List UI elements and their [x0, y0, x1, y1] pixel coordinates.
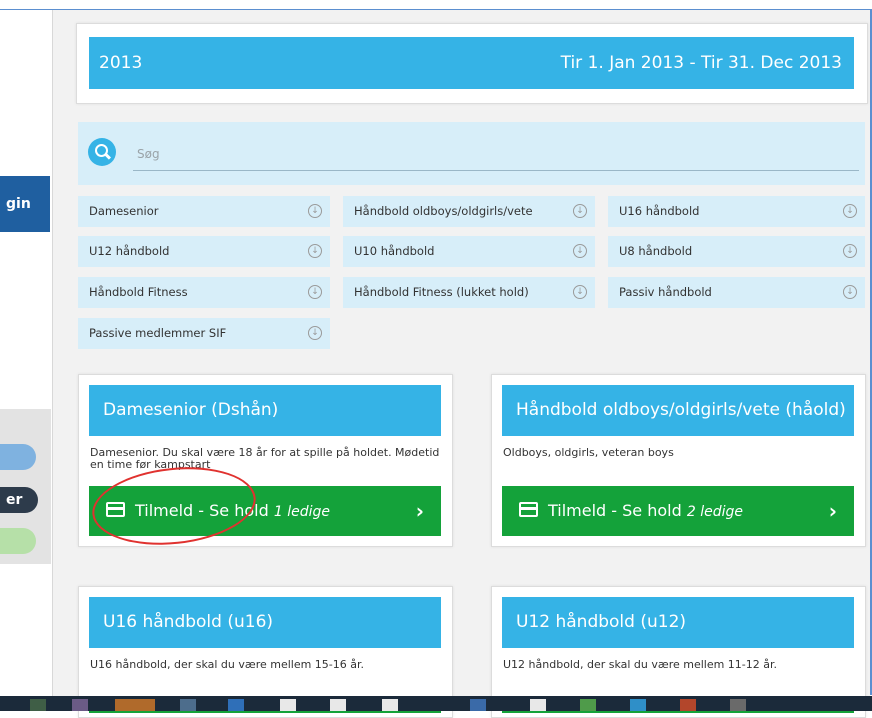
team-description: U16 håndbold, der skal du være mellem 15… [90, 658, 365, 671]
chevron-down-circle-icon: ↓ [843, 285, 857, 299]
taskbar-app-icon[interactable] [330, 699, 346, 711]
taskbar-app-icon[interactable] [382, 699, 398, 711]
filter-chip-u10[interactable]: U10 håndbold ↓ [343, 236, 595, 267]
team-description: U12 håndbold, der skal du være mellem 11… [503, 658, 778, 671]
team-description: Damesenior. Du skal være 18 år for at sp… [90, 446, 440, 471]
chevron-down-circle-icon: ↓ [308, 204, 322, 218]
signup-button[interactable]: Tilmeld - Se hold 2 ledige › [502, 486, 854, 536]
taskbar-app-icon[interactable] [730, 699, 746, 711]
team-description: Oldboys, oldgirls, veteran boys [503, 446, 674, 459]
filter-chip-passive-members[interactable]: Passive medlemmer SIF ↓ [78, 318, 330, 349]
window-frame-top [0, 0, 872, 10]
side-pill-button-green[interactable] [0, 528, 36, 554]
taskbar-app-icon[interactable] [530, 699, 546, 711]
chevron-down-circle-icon: ↓ [843, 244, 857, 258]
availability-count: 2 ledige [686, 504, 743, 520]
taskbar-app-icon[interactable] [180, 699, 196, 711]
filter-chip-damesenior[interactable]: Damesenior ↓ [78, 196, 330, 227]
filter-chip-oldboys[interactable]: Håndbold oldboys/oldgirls/vete ↓ [343, 196, 595, 227]
chevron-right-icon: › [828, 499, 837, 523]
filter-chip-u12[interactable]: U12 håndbold ↓ [78, 236, 330, 267]
availability-count: 1 ledige [273, 504, 330, 520]
chevron-down-circle-icon: ↓ [308, 326, 322, 340]
chevron-down-circle-icon: ↓ [573, 204, 587, 218]
os-taskbar [0, 696, 872, 711]
filter-chip-u16[interactable]: U16 håndbold ↓ [608, 196, 865, 227]
team-title[interactable]: U12 håndbold (u12) [502, 597, 854, 648]
filter-chip-fitness[interactable]: Håndbold Fitness ↓ [78, 277, 330, 308]
signup-label: Tilmeld - Se hold 2 ledige [548, 501, 743, 520]
taskbar-app-icon[interactable] [115, 699, 155, 711]
taskbar-app-icon[interactable] [228, 699, 244, 711]
filter-chip-fitness-closed[interactable]: Håndbold Fitness (lukket hold) ↓ [343, 277, 595, 308]
search-input[interactable] [133, 138, 859, 171]
filter-chip-passiv[interactable]: Passiv håndbold ↓ [608, 277, 865, 308]
team-title[interactable]: Damesenior (Dshån) [89, 385, 441, 436]
taskbar-app-icon[interactable] [470, 699, 486, 711]
chevron-down-circle-icon: ↓ [573, 244, 587, 258]
chevron-right-icon: › [415, 499, 424, 523]
chevron-down-circle-icon: ↓ [308, 244, 322, 258]
search-bar [78, 122, 865, 185]
period-year: 2013 [99, 53, 143, 73]
team-title[interactable]: Håndbold oldboys/oldgirls/vete (håold) [502, 385, 854, 436]
side-pill-button-blue[interactable] [0, 444, 36, 470]
side-pill-button-dark[interactable]: er [0, 487, 38, 513]
team-card: Håndbold oldboys/oldgirls/vete (håold) O… [491, 374, 866, 547]
chevron-down-circle-icon: ↓ [308, 285, 322, 299]
side-panel [0, 10, 53, 696]
period-date-range: Tir 1. Jan 2013 - Tir 31. Dec 2013 [560, 53, 842, 73]
chevron-down-circle-icon: ↓ [573, 285, 587, 299]
login-button[interactable]: gin [0, 176, 50, 232]
search-icon[interactable] [88, 138, 116, 166]
period-bar: 2013 Tir 1. Jan 2013 - Tir 31. Dec 2013 [89, 37, 854, 89]
filter-chip-u8[interactable]: U8 håndbold ↓ [608, 236, 865, 267]
chevron-down-circle-icon: ↓ [843, 204, 857, 218]
taskbar-app-icon[interactable] [680, 699, 696, 711]
taskbar-app-icon[interactable] [630, 699, 646, 711]
taskbar-app-icon[interactable] [72, 699, 88, 711]
period-card: 2013 Tir 1. Jan 2013 - Tir 31. Dec 2013 [76, 23, 868, 104]
team-title[interactable]: U16 håndbold (u16) [89, 597, 441, 648]
credit-card-icon [519, 502, 538, 517]
taskbar-app-icon[interactable] [30, 699, 46, 711]
taskbar-app-icon[interactable] [580, 699, 596, 711]
taskbar-app-icon[interactable] [280, 699, 296, 711]
